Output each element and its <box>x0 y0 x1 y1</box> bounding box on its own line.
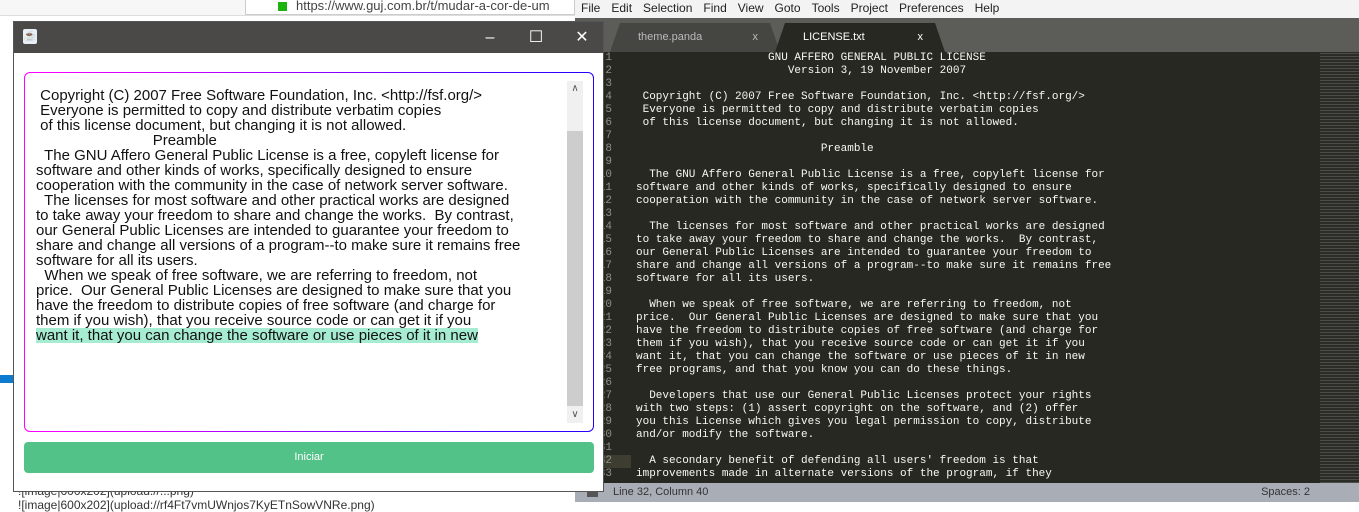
url-text: https://www.guj.com.br/t/mudar-a-cor-de-… <box>296 0 550 13</box>
code-line: software and other kinds of works, speci… <box>636 182 1072 194</box>
text-line: The GNU Affero General Public License is… <box>36 147 500 164</box>
text-line: have the freedom to distribute copies of… <box>36 297 496 314</box>
code-line: you this License which gives you legal p… <box>636 416 1092 428</box>
text-line: price. Our General Public Licenses are d… <box>36 282 512 299</box>
tab-license-txt[interactable]: LICENSE.txt x <box>775 23 945 52</box>
code-area[interactable]: GNU AFFERO GENERAL PUBLIC LICENSE Versio… <box>636 52 1111 481</box>
code-line: The GNU Affero General Public License is… <box>636 169 1105 181</box>
license-text: Copyright (C) 2007 Free Software Foundat… <box>36 88 520 343</box>
tab-label: theme.panda <box>638 31 703 43</box>
close-button[interactable]: ✕ <box>559 22 605 53</box>
text-line: of this license document, but changing i… <box>36 117 407 134</box>
code-line: Developers that use our General Public L… <box>636 390 1092 402</box>
background-text: ![image|600x202](upload://rf4Ft7vmUWnjos… <box>18 498 375 512</box>
code-line: cooperation with the community in the ca… <box>636 195 1099 207</box>
maximize-button[interactable]: ☐ <box>513 22 559 53</box>
text-line: Copyright (C) 2007 Free Software Foundat… <box>36 87 483 104</box>
code-line: A secondary benefit of defending all use… <box>636 455 1039 467</box>
text-line: software and other kinds of works, speci… <box>36 162 473 179</box>
code-line: to take away your freedom to share and c… <box>636 234 1099 246</box>
tab-bar: theme.panda x LICENSE.txt x <box>575 18 1359 52</box>
menu-help[interactable]: Help <box>975 1 1000 15</box>
sublime-editor: File Edit Selection Find View Goto Tools Projec… <box>575 0 1359 508</box>
background-element <box>0 375 13 383</box>
text-line: software for all its users. <box>36 252 198 269</box>
title-bar[interactable]: ☕ – ☐ ✕ <box>14 22 603 53</box>
code-line: our General Public Licenses are intended… <box>636 247 1092 259</box>
close-tab-icon[interactable]: x <box>918 23 924 52</box>
code-line: price. Our General Public Licenses are d… <box>636 312 1099 324</box>
menu-file[interactable]: File <box>581 1 600 15</box>
menu-goto[interactable]: Goto <box>775 1 801 15</box>
text-line: When we speak of free software, we are r… <box>36 267 478 284</box>
code-line: GNU AFFERO GENERAL PUBLIC LICENSE <box>636 52 986 64</box>
text-line: Preamble <box>36 132 217 149</box>
java-window: ☕ – ☐ ✕ Copyright (C) 2007 Free Software… <box>13 21 604 492</box>
code-line: and/or modify the software. <box>636 429 815 441</box>
minimap[interactable] <box>1320 52 1359 483</box>
license-text-area[interactable]: Copyright (C) 2007 Free Software Foundat… <box>25 73 593 431</box>
text-line: share and change all versions of a progr… <box>36 237 521 254</box>
code-line: Version 3, 19 November 2007 <box>636 65 967 77</box>
menu-view[interactable]: View <box>738 1 764 15</box>
code-line: them if you wish), that you receive sour… <box>636 338 1085 350</box>
menu-edit[interactable]: Edit <box>611 1 632 15</box>
code-line: When we speak of free software, we are r… <box>636 299 1072 311</box>
text-line: Everyone is permitted to copy and distri… <box>36 102 442 119</box>
highlighted-line: want it, that you can change the softwar… <box>36 327 478 344</box>
close-tab-icon[interactable]: x <box>753 23 759 52</box>
scrollbar-thumb[interactable] <box>567 131 583 406</box>
text-line: our General Public Licenses are intended… <box>36 222 509 239</box>
cursor-position: Line 32, Column 40 <box>613 486 709 498</box>
status-bar: Line 32, Column 40 Spaces: 2 <box>575 483 1359 502</box>
text-line: them if you wish), that you receive sour… <box>36 312 472 329</box>
code-line: of this license document, but changing i… <box>636 117 1019 129</box>
menu-bar: File Edit Selection Find View Goto Tools Projec… <box>575 0 1359 18</box>
text-line: The licenses for most software and other… <box>36 192 510 209</box>
code-line: Everyone is permitted to copy and distri… <box>636 104 1039 116</box>
text-line: cooperation with the community in the ca… <box>36 177 508 194</box>
menu-project[interactable]: Project <box>851 1 888 15</box>
tab-label: LICENSE.txt <box>803 31 865 43</box>
menu-tools[interactable]: Tools <box>812 1 840 15</box>
tab-theme-panda[interactable]: theme.panda x <box>610 23 780 52</box>
code-line: share and change all versions of a progr… <box>636 260 1112 272</box>
iniciar-button[interactable]: Iniciar <box>24 442 594 473</box>
code-line: Copyright (C) 2007 Free Software Foundat… <box>636 91 1085 103</box>
code-line: have the freedom to distribute copies of… <box>636 325 1099 337</box>
scrollbar[interactable]: ∧ ∨ <box>567 81 583 423</box>
secure-icon <box>278 2 287 11</box>
indentation-setting[interactable]: Spaces: 2 <box>1261 483 1310 502</box>
background-area <box>575 502 1359 508</box>
browser-toolbar: https://www.guj.com.br/t/mudar-a-cor-de-… <box>0 0 575 16</box>
menu-find[interactable]: Find <box>703 1 726 15</box>
code-line: with two steps: (1) assert copyright on … <box>636 403 1079 415</box>
text-line: to take away your freedom to share and c… <box>36 207 514 224</box>
scroll-down-icon[interactable]: ∨ <box>567 407 583 423</box>
code-line: Preamble <box>636 143 874 155</box>
text-area-border: Copyright (C) 2007 Free Software Foundat… <box>24 72 594 432</box>
menu-selection[interactable]: Selection <box>643 1 692 15</box>
code-line: want it, that you can change the softwar… <box>636 351 1085 363</box>
scroll-up-icon[interactable]: ∧ <box>567 81 583 97</box>
code-line: improvements made in alternate versions … <box>636 468 1052 480</box>
minimize-button[interactable]: – <box>467 22 513 53</box>
code-line: The licenses for most software and other… <box>636 221 1105 233</box>
code-line: software for all its users. <box>636 273 815 285</box>
address-bar[interactable]: https://www.guj.com.br/t/mudar-a-cor-de-… <box>245 0 575 15</box>
menu-preferences[interactable]: Preferences <box>899 1 964 15</box>
java-icon: ☕ <box>23 29 37 44</box>
code-line: free programs, and that you know you can… <box>636 364 1013 376</box>
